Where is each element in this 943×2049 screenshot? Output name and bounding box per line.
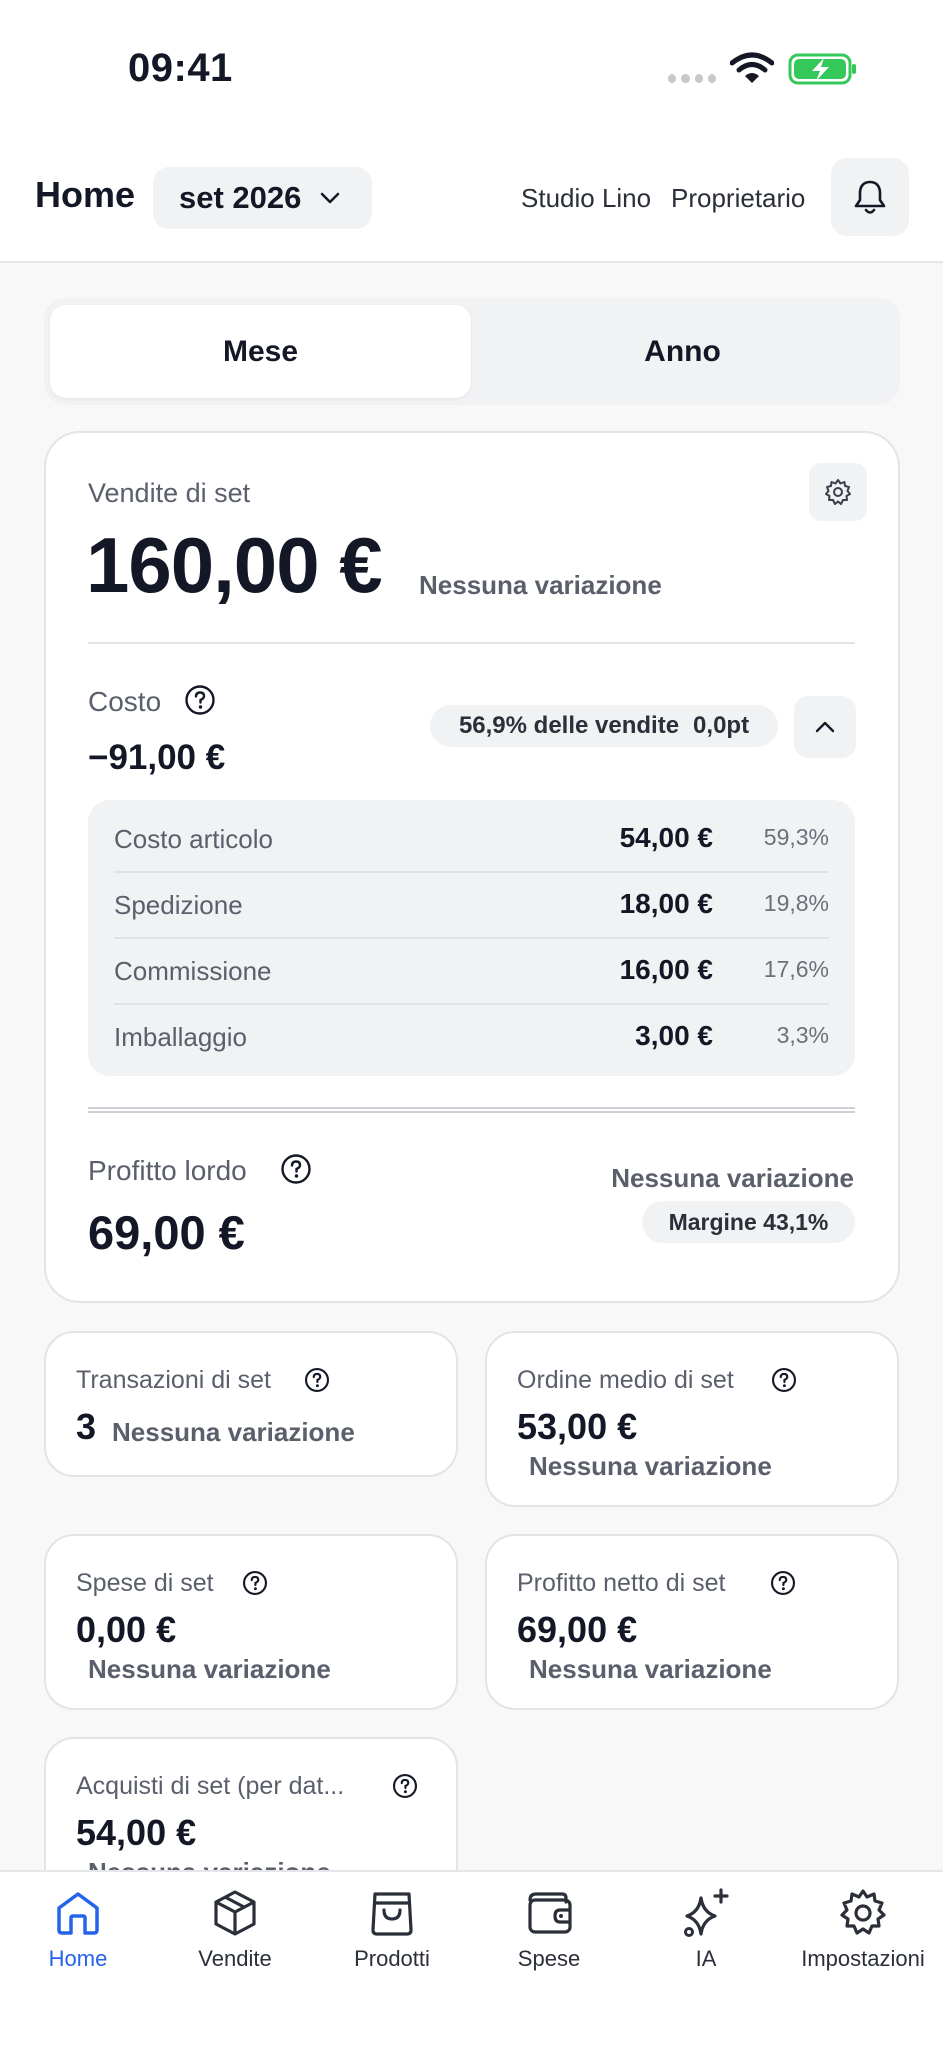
nav-expenses[interactable]: Spese [474, 1880, 624, 1972]
sales-value: 160,00 € [86, 521, 383, 609]
gross-profit-change: Nessuna variazione [611, 1163, 854, 1193]
home-icon [57, 1892, 99, 1935]
margin-badge: Margine 43,1% [642, 1201, 855, 1243]
sparkles-icon [684, 1888, 729, 1937]
collapse-cost-button[interactable] [794, 696, 856, 758]
bag-icon [371, 1892, 413, 1936]
breakdown-percent: 59,3% [763, 824, 829, 850]
nav-label: Impostazioni [801, 1946, 925, 1971]
help-icon[interactable] [771, 1367, 797, 1393]
nav-label: Spese [517, 1946, 581, 1971]
card-change: Nessuna variazione [88, 1654, 331, 1684]
breakdown-row: Costo articolo 54,00 € 59,3% [88, 806, 855, 872]
card-value: 0,00 € [76, 1609, 177, 1650]
nav-label: Home [48, 1946, 108, 1971]
card-change: Nessuna variazione [529, 1654, 772, 1684]
box-icon [214, 1890, 256, 1936]
chevron-down-icon [321, 192, 340, 204]
card-label: Acquisti di set (per dat... [76, 1772, 345, 1800]
help-icon[interactable] [280, 1153, 312, 1185]
card-change: Nessuna variazione [112, 1417, 355, 1447]
nav-label: IA [695, 1946, 717, 1971]
notifications-button[interactable] [831, 158, 909, 236]
card-value: 54,00 € [76, 1812, 197, 1853]
user-role: Proprietario [671, 183, 806, 213]
card-label: Transazioni di set [76, 1366, 271, 1394]
breakdown-name: Spedizione [114, 890, 243, 920]
help-icon[interactable] [392, 1773, 418, 1799]
card-label: Profitto netto di set [517, 1569, 726, 1597]
breakdown-percent: 17,6% [763, 956, 829, 982]
gross-profit-value: 69,00 € [88, 1206, 245, 1259]
signal-icon [668, 74, 716, 84]
help-icon[interactable] [770, 1570, 796, 1596]
card-value: 3 [76, 1406, 97, 1447]
card-settings-button[interactable] [809, 463, 867, 521]
shop-name: Studio Lino [521, 183, 652, 213]
sales-change: Nessuna variazione [419, 570, 662, 600]
total-divider [88, 1107, 855, 1113]
help-icon[interactable] [242, 1570, 268, 1596]
chevron-up-icon [815, 721, 835, 733]
breakdown-name: Imballaggio [114, 1022, 247, 1052]
card-label: Spese di set [76, 1569, 214, 1597]
help-icon[interactable] [304, 1367, 330, 1393]
help-icon[interactable] [184, 684, 216, 716]
breakdown-name: Costo articolo [114, 824, 273, 854]
tab-month[interactable]: Mese [50, 305, 471, 398]
gear-icon [825, 479, 851, 505]
nav-products[interactable]: Prodotti [317, 1880, 467, 1972]
nav-ai[interactable]: IA [631, 1880, 781, 1972]
card-value: 53,00 € [517, 1406, 638, 1447]
battery-icon [788, 53, 856, 85]
gross-profit-label: Profitto lordo [88, 1155, 247, 1186]
breakdown-row: Spedizione 18,00 € 19,8% [88, 872, 855, 938]
breakdown-amount: 3,00 € [635, 1020, 713, 1051]
nav-sales[interactable]: Vendite [160, 1880, 310, 1972]
nav-settings[interactable]: Impostazioni [788, 1880, 938, 1972]
sales-label: Vendite di set [88, 478, 251, 508]
breakdown-percent: 3,3% [776, 1022, 829, 1048]
status-time: 09:41 [128, 46, 233, 90]
wifi-icon [730, 52, 774, 83]
card-value: 69,00 € [517, 1609, 638, 1650]
breakdown-amount: 16,00 € [619, 954, 713, 985]
breakdown-row: Imballaggio 3,00 € 3,3% [88, 1004, 855, 1070]
nav-home[interactable]: Home [3, 1880, 153, 1972]
cost-share-badge: 56,9% delle vendite 0,0pt [430, 705, 778, 747]
breakdown-amount: 54,00 € [619, 822, 713, 853]
month-selector[interactable]: set 2026 [153, 167, 372, 229]
nav-label: Vendite [198, 1946, 272, 1971]
cost-label: Costo [88, 686, 162, 717]
cost-share: 56,9% delle vendite [458, 712, 680, 739]
cost-delta: 0,0pt [693, 712, 750, 739]
month-selector-label: set 2026 [179, 180, 302, 215]
card-change: Nessuna variazione [529, 1451, 772, 1481]
nav-label: Prodotti [354, 1946, 430, 1971]
divider [88, 642, 855, 644]
breakdown-percent: 19,8% [763, 890, 829, 916]
cost-value: −91,00 € [88, 738, 226, 777]
breakdown-row: Commissione 16,00 € 17,6% [88, 938, 855, 1004]
bell-icon [854, 180, 886, 214]
page-title: Home [35, 174, 136, 215]
transactions-card[interactable] [44, 1331, 458, 1477]
breakdown-name: Commissione [114, 956, 272, 986]
wallet-icon [528, 1892, 572, 1934]
gear-icon [840, 1889, 886, 1935]
breakdown-amount: 18,00 € [619, 888, 713, 919]
card-label: Ordine medio di set [517, 1366, 734, 1394]
tab-year[interactable]: Anno [472, 305, 893, 398]
